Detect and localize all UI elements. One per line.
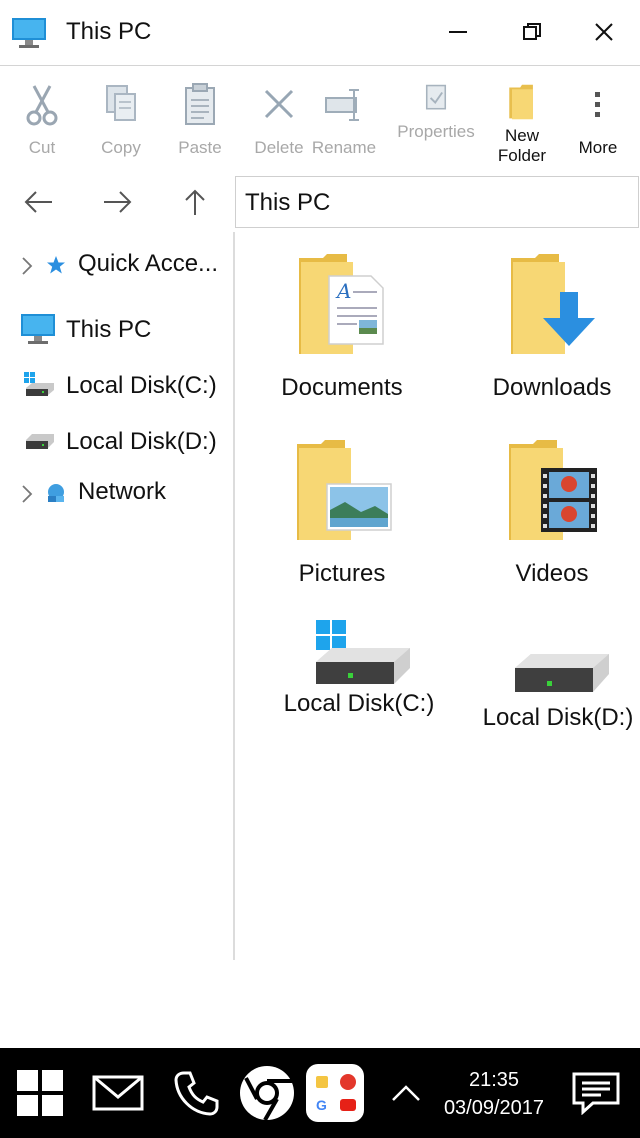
star-icon	[47, 256, 65, 274]
paste-button[interactable]: Paste	[161, 76, 239, 170]
content-area: A Documents Downloads Pictures Videos Lo…	[237, 232, 640, 960]
cut-button[interactable]: Cut	[3, 76, 81, 170]
folder-pictures[interactable]: Pictures	[242, 438, 442, 588]
forward-button[interactable]	[89, 180, 145, 224]
scissors-icon	[26, 85, 58, 126]
nav-item-this-pc[interactable]: This PC	[0, 306, 233, 356]
nav-label-network: Network	[78, 478, 167, 505]
downloads-folder-icon	[511, 254, 595, 354]
mail-button[interactable]	[88, 1048, 148, 1138]
apps-folder-button[interactable]: G	[304, 1048, 366, 1138]
address-bar[interactable]: This PC	[235, 176, 639, 228]
nav-item-local-disk-d[interactable]: Local Disk(D:)	[0, 418, 233, 468]
navigation-pane: Quick Acce... This PC Local Disk(C:) Loc…	[0, 232, 235, 960]
clipboard-icon	[185, 83, 215, 125]
mail-icon	[92, 1075, 144, 1111]
drive-icon	[26, 434, 54, 449]
new-folder-label-1: New	[504, 126, 539, 145]
nav-label-local-disk-c: Local Disk(C:)	[66, 372, 217, 399]
nav-item-local-disk-c[interactable]: Local Disk(C:)	[0, 362, 233, 412]
start-icon	[17, 1070, 63, 1116]
folder-videos[interactable]: Videos	[452, 438, 640, 588]
chevron-up-icon	[392, 1085, 420, 1101]
cut-label: Cut	[28, 138, 56, 157]
drive-icon	[515, 654, 609, 692]
properties-button[interactable]: Properties	[397, 76, 475, 170]
system-drive-icon	[24, 372, 54, 396]
folder-label: Videos	[515, 560, 589, 587]
nav-label-this-pc: This PC	[66, 316, 152, 343]
computer-icon	[21, 314, 55, 344]
computer-icon	[12, 18, 46, 48]
folder-icon	[509, 84, 533, 120]
nav-item-quick-access[interactable]: Quick Acce...	[0, 240, 233, 290]
minimize-icon	[449, 31, 467, 33]
properties-label: Properties	[397, 122, 475, 141]
clock[interactable]: 21:35 03/09/2017	[430, 1066, 558, 1122]
rename-icon	[325, 89, 359, 121]
drive-local-disk-c[interactable]: Local Disk(C:)	[259, 618, 459, 718]
up-button[interactable]	[167, 180, 223, 224]
svg-text:G: G	[316, 1097, 327, 1113]
chevron-right-icon[interactable]	[20, 484, 34, 504]
drive-label: Local Disk(D:)	[482, 704, 634, 731]
back-button[interactable]	[11, 180, 67, 224]
folder-documents[interactable]: A Documents	[242, 252, 442, 402]
documents-folder-icon: A	[299, 254, 384, 354]
minimize-button[interactable]	[434, 12, 482, 52]
more-vertical-icon	[595, 92, 600, 117]
apps-folder-icon: G	[306, 1064, 364, 1122]
chrome-button[interactable]	[236, 1048, 298, 1138]
close-icon	[595, 23, 613, 41]
videos-folder-icon	[509, 440, 597, 540]
show-hidden-icons-button[interactable]	[384, 1048, 428, 1138]
nav-label-quick-access: Quick Acce...	[78, 250, 219, 277]
nav-label-local-disk-d: Local Disk(D:)	[66, 428, 217, 455]
restore-icon	[523, 23, 541, 40]
arrow-up-icon	[185, 189, 205, 215]
arrow-right-icon	[104, 191, 132, 213]
chrome-icon	[240, 1066, 294, 1121]
network-icon	[48, 484, 64, 502]
delete-icon	[264, 89, 294, 119]
drive-local-disk-d[interactable]: Local Disk(D:)	[458, 646, 640, 732]
system-drive-icon	[316, 620, 410, 684]
clock-time: 21:35	[468, 1069, 520, 1091]
rename-button[interactable]: Rename	[305, 76, 383, 170]
copy-icon	[106, 85, 136, 121]
folder-label: Pictures	[298, 560, 386, 587]
folder-downloads[interactable]: Downloads	[452, 252, 640, 402]
window-title: This PC	[66, 18, 152, 45]
more-button[interactable]: More	[559, 76, 637, 170]
drive-label: Local Disk(C:)	[283, 690, 435, 717]
new-folder-button[interactable]: New Folder	[483, 76, 561, 170]
new-folder-label-2: Folder	[497, 146, 547, 165]
folder-label: Downloads	[492, 374, 612, 401]
paste-label: Paste	[178, 138, 222, 157]
clock-date: 03/09/2017	[443, 1097, 545, 1119]
phone-icon	[174, 1071, 219, 1116]
copy-button[interactable]: Copy	[82, 76, 160, 170]
phone-button[interactable]	[166, 1048, 226, 1138]
nav-item-network[interactable]: Network	[0, 468, 233, 518]
arrow-left-icon	[24, 191, 52, 213]
address-text: This PC	[245, 189, 331, 216]
rename-label: Rename	[311, 138, 377, 157]
more-label: More	[578, 138, 618, 157]
taskbar: G 21:35 03/09/2017	[0, 1048, 640, 1138]
chevron-right-icon[interactable]	[20, 256, 34, 276]
action-center-button[interactable]	[566, 1048, 626, 1138]
properties-icon	[425, 84, 447, 110]
restore-button[interactable]	[508, 12, 556, 52]
folder-label: Documents	[281, 374, 403, 401]
svg-text:A: A	[335, 279, 351, 303]
title-bar: This PC	[0, 0, 640, 66]
toolbar: Cut Copy Paste Delete Rename Properties …	[0, 70, 640, 170]
copy-label: Copy	[101, 138, 141, 157]
pictures-folder-icon	[297, 440, 392, 540]
close-button[interactable]	[580, 12, 628, 52]
start-button[interactable]	[10, 1048, 70, 1138]
notifications-icon	[572, 1072, 620, 1115]
